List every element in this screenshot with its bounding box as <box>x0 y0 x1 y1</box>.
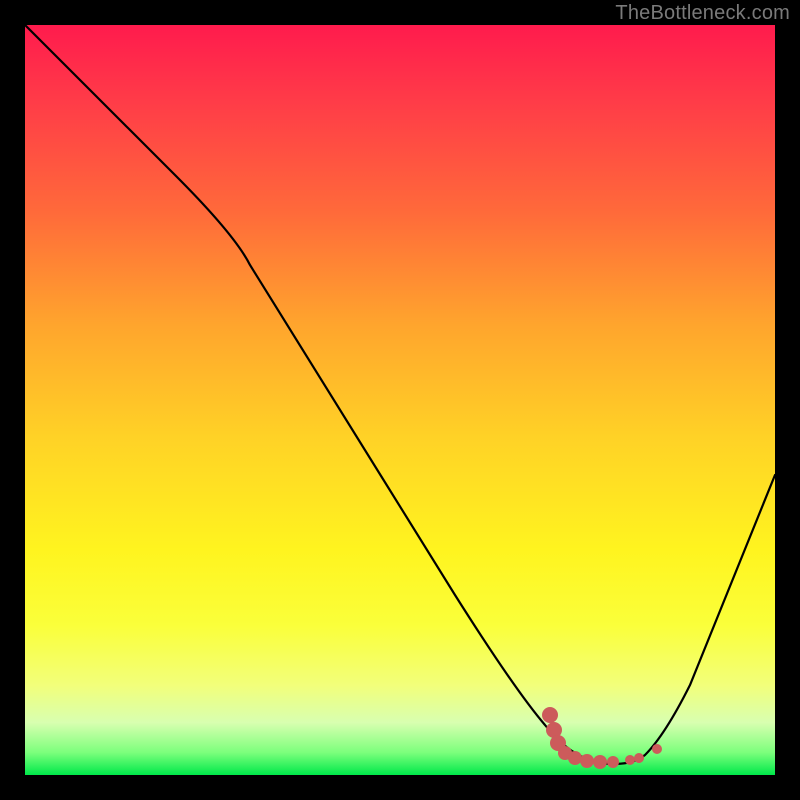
bottleneck-curve <box>25 25 775 775</box>
watermark-text: TheBottleneck.com <box>615 2 790 25</box>
chart-area <box>25 25 775 775</box>
